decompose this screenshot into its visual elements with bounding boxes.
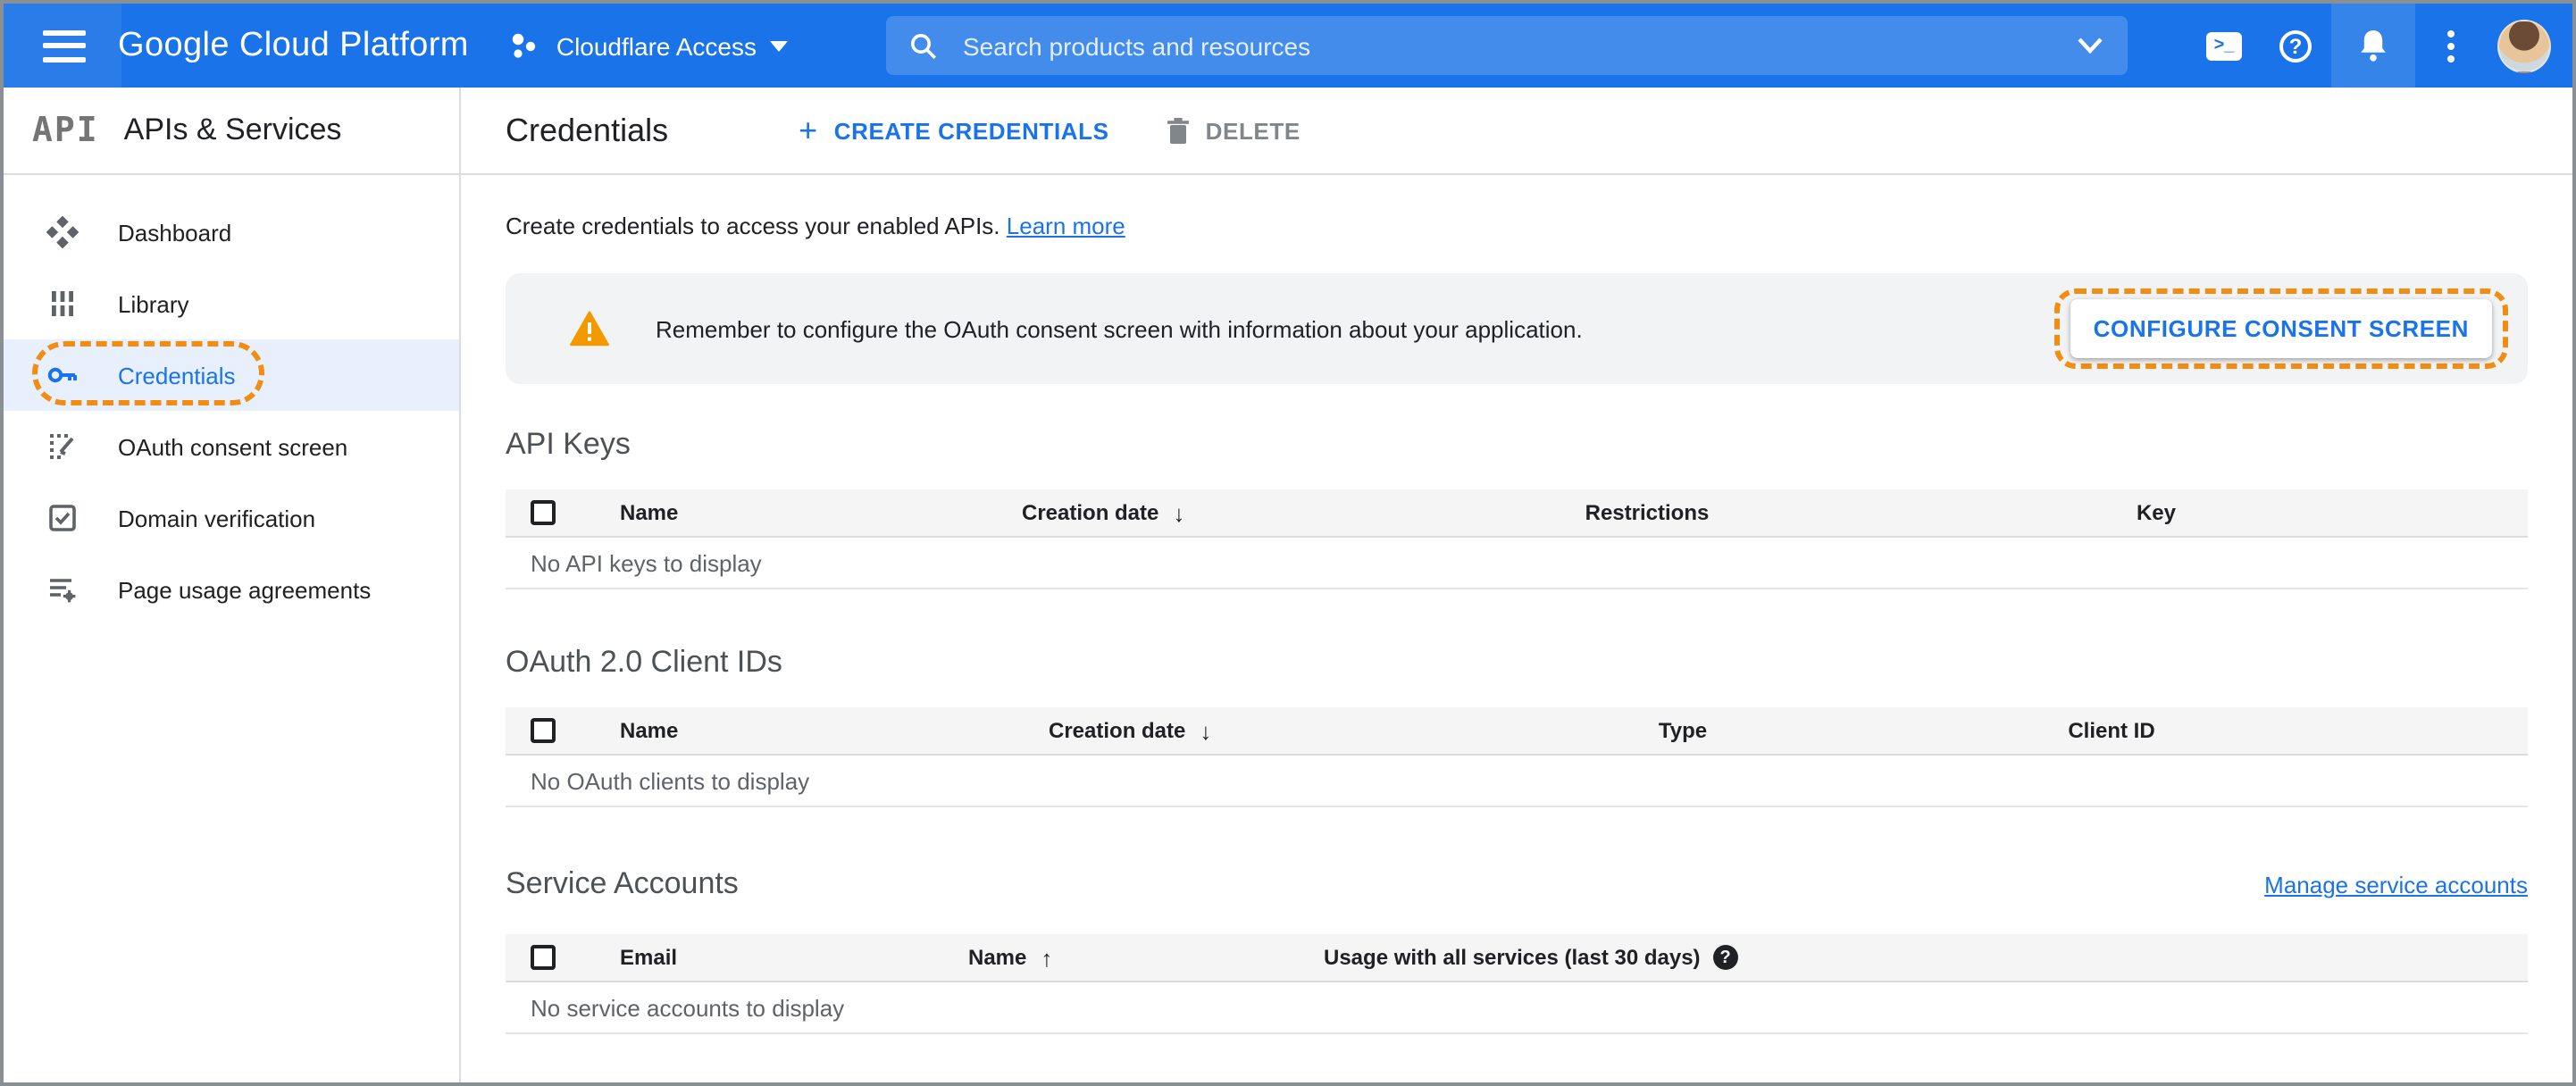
consent-warning-banner: Remember to configure the OAuth consent … bbox=[506, 273, 2528, 384]
manage-service-accounts-link[interactable]: Manage service accounts bbox=[2264, 871, 2528, 898]
plus-icon: + bbox=[799, 113, 818, 148]
tutorial-highlight-outline: CONFIGURE CONSENT SCREEN bbox=[2053, 288, 2508, 369]
cloud-shell-button[interactable]: >_ bbox=[2188, 4, 2260, 88]
more-options-button[interactable] bbox=[2415, 4, 2487, 88]
api-keys-table: Name Creation date ↓ Restrictions Key No… bbox=[506, 489, 2528, 589]
column-header-key[interactable]: Key bbox=[1861, 500, 2451, 525]
select-all-checkbox[interactable] bbox=[531, 945, 556, 970]
appbar: Google Cloud Platform Cloudflare Access … bbox=[4, 4, 2572, 88]
column-header-creation-date[interactable]: Creation date ↓ bbox=[1022, 499, 1433, 526]
account-avatar[interactable] bbox=[2497, 19, 2551, 72]
domain-verification-icon bbox=[46, 502, 79, 534]
page-content: Create credentials to access your enable… bbox=[461, 175, 2572, 1082]
column-header-email[interactable]: Email bbox=[620, 945, 968, 970]
intro-text: Create credentials to access your enable… bbox=[506, 213, 1125, 239]
service-accounts-table-header: Email Name ↑ Usage with all services (la… bbox=[506, 934, 2528, 982]
api-keys-empty-row: No API keys to display bbox=[506, 538, 2528, 589]
chevron-down-icon bbox=[770, 40, 789, 51]
notifications-button[interactable] bbox=[2331, 4, 2415, 88]
search-icon bbox=[911, 33, 937, 59]
section-title-service-accounts: Service Accounts bbox=[506, 866, 739, 900]
sidebar-item-label: OAuth consent screen bbox=[118, 433, 348, 460]
column-header-client-id[interactable]: Client ID bbox=[1906, 718, 2317, 743]
column-header-usage[interactable]: Usage with all services (last 30 days) ? bbox=[1324, 945, 1738, 970]
trash-icon bbox=[1167, 117, 1190, 144]
column-header-name[interactable]: Name ↑ bbox=[968, 944, 1324, 971]
dashboard-icon bbox=[46, 216, 79, 248]
sidebar-item-page-usage-agreements[interactable]: Page usage agreements bbox=[4, 554, 459, 625]
delete-button[interactable]: DELETE bbox=[1167, 117, 1301, 144]
help-button[interactable]: ? bbox=[2260, 4, 2331, 88]
select-all-checkbox[interactable] bbox=[531, 500, 556, 525]
column-header-restrictions[interactable]: Restrictions bbox=[1433, 500, 1861, 525]
column-header-creation-date[interactable]: Creation date ↓ bbox=[1049, 717, 1459, 744]
sidebar-item-label: Domain verification bbox=[118, 505, 316, 531]
sidebar-item-label: Dashboard bbox=[118, 219, 232, 246]
page-toolbar: Credentials + CREATE CREDENTIALS DELETE bbox=[461, 88, 2572, 175]
sidebar-item-credentials[interactable]: Credentials bbox=[4, 339, 459, 411]
sidebar-item-library[interactable]: Library bbox=[4, 268, 459, 339]
column-header-name[interactable]: Name bbox=[620, 500, 1022, 525]
browser-viewport: Google Cloud Platform Cloudflare Access … bbox=[0, 0, 2576, 1086]
sidebar-item-oauth-consent-screen[interactable]: OAuth consent screen bbox=[4, 411, 459, 482]
consent-screen-icon bbox=[46, 430, 79, 463]
menu-icon[interactable] bbox=[43, 29, 86, 62]
search-expand-chevron-icon[interactable] bbox=[2078, 38, 2103, 54]
main-panel: Credentials + CREATE CREDENTIALS DELETE bbox=[461, 88, 2572, 1082]
oauth-clients-empty-row: No OAuth clients to display bbox=[506, 756, 2528, 807]
sidebar-item-label: Credentials bbox=[118, 362, 236, 388]
configure-consent-screen-button[interactable]: CONFIGURE CONSENT SCREEN bbox=[2070, 299, 2492, 358]
warning-icon bbox=[570, 311, 609, 347]
sidebar-item-dashboard[interactable]: Dashboard bbox=[4, 196, 459, 268]
sort-desc-icon: ↓ bbox=[1200, 717, 1212, 744]
create-credentials-button[interactable]: + CREATE CREDENTIALS bbox=[799, 114, 1109, 146]
sidebar-title: APIs & Services bbox=[123, 113, 342, 146]
service-accounts-table: Email Name ↑ Usage with all services (la… bbox=[506, 934, 2528, 1034]
api-keys-table-header: Name Creation date ↓ Restrictions Key bbox=[506, 489, 2528, 538]
project-logo-icon bbox=[513, 32, 537, 57]
sidebar-item-domain-verification[interactable]: Domain verification bbox=[4, 482, 459, 554]
project-selector[interactable]: Cloudflare Access bbox=[508, 29, 789, 62]
banner-message: Remember to configure the OAuth consent … bbox=[656, 315, 1583, 342]
help-icon: ? bbox=[2279, 29, 2312, 62]
sidebar-item-label: Page usage agreements bbox=[118, 576, 372, 603]
sidebar-nav: Dashboard Library Credentials OAuth cons… bbox=[4, 175, 459, 625]
sidebar-item-label: Library bbox=[118, 290, 189, 317]
search-input[interactable] bbox=[959, 29, 2078, 62]
oauth-clients-table-header: Name Creation date ↓ Type Client ID bbox=[506, 707, 2528, 756]
library-icon bbox=[46, 288, 79, 320]
sidebar-header: API APIs & Services bbox=[4, 88, 459, 175]
sort-asc-icon: ↑ bbox=[1041, 944, 1053, 971]
appbar-actions: >_ ? bbox=[2188, 4, 2551, 88]
api-logo: API bbox=[32, 111, 99, 150]
select-all-checkbox[interactable] bbox=[531, 718, 556, 743]
sort-desc-icon: ↓ bbox=[1173, 499, 1185, 526]
learn-more-link[interactable]: Learn more bbox=[1007, 213, 1125, 239]
page-title: Credentials bbox=[506, 112, 669, 147]
section-title-oauth-clients: OAuth 2.0 Client IDs bbox=[506, 645, 782, 679]
search-bar[interactable] bbox=[886, 16, 2128, 75]
column-header-name[interactable]: Name bbox=[620, 718, 1049, 743]
vertical-dots-icon bbox=[2447, 29, 2455, 62]
bell-icon bbox=[2361, 30, 2386, 62]
service-accounts-empty-row: No service accounts to display bbox=[506, 982, 2528, 1034]
column-header-type[interactable]: Type bbox=[1459, 718, 1906, 743]
oauth-clients-table: Name Creation date ↓ Type Client ID No O… bbox=[506, 707, 2528, 807]
help-icon[interactable]: ? bbox=[1712, 945, 1738, 970]
key-icon bbox=[46, 359, 79, 391]
sidebar: API APIs & Services Dashboard Library Cr… bbox=[4, 88, 461, 1082]
terminal-icon: >_ bbox=[2206, 31, 2242, 60]
section-title-api-keys: API Keys bbox=[506, 427, 631, 461]
product-logo[interactable]: Google Cloud Platform bbox=[118, 26, 469, 65]
agreements-icon bbox=[46, 573, 79, 606]
project-name: Cloudflare Access bbox=[556, 31, 757, 60]
